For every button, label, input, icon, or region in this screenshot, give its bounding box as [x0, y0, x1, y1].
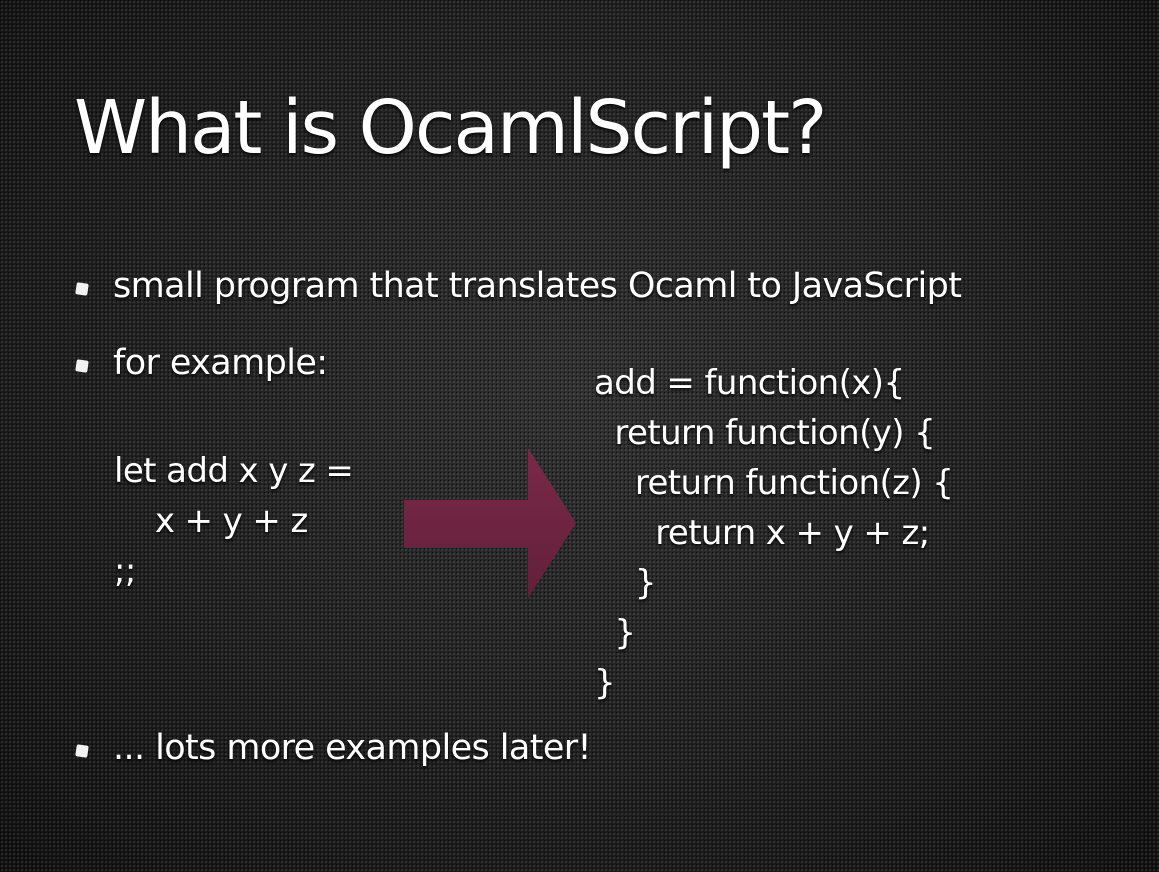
ocaml-code-block: let add x y z = x + y + z ;;	[114, 446, 354, 596]
ocaml-code-line: x + y + z	[114, 501, 309, 541]
bullet-marker-icon	[75, 744, 89, 758]
js-code-line: return function(z) {	[594, 463, 954, 503]
js-code-line: }	[594, 663, 616, 703]
js-code-line: add = function(x){	[594, 363, 905, 403]
ocaml-code-line: ;;	[114, 551, 136, 591]
slide: What is OcamlScript? small program that …	[0, 0, 1159, 872]
js-code-line: }	[594, 563, 657, 603]
bullet-text: ... lots more examples later!	[113, 728, 592, 768]
js-code-line: return x + y + z;	[594, 513, 930, 553]
javascript-code-block: add = function(x){ return function(y) { …	[594, 358, 954, 708]
right-arrow-icon	[404, 448, 576, 598]
js-code-line: return function(y) {	[594, 413, 936, 453]
bullet-marker-icon	[75, 282, 89, 296]
bullet-text: for example:	[113, 343, 328, 383]
slide-title: What is OcamlScript?	[74, 85, 827, 171]
ocaml-code-line: let add x y z =	[114, 451, 354, 491]
bullet-text: small program that translates Ocaml to J…	[113, 266, 962, 306]
bullet-marker-icon	[75, 359, 89, 373]
js-code-line: }	[594, 613, 636, 653]
